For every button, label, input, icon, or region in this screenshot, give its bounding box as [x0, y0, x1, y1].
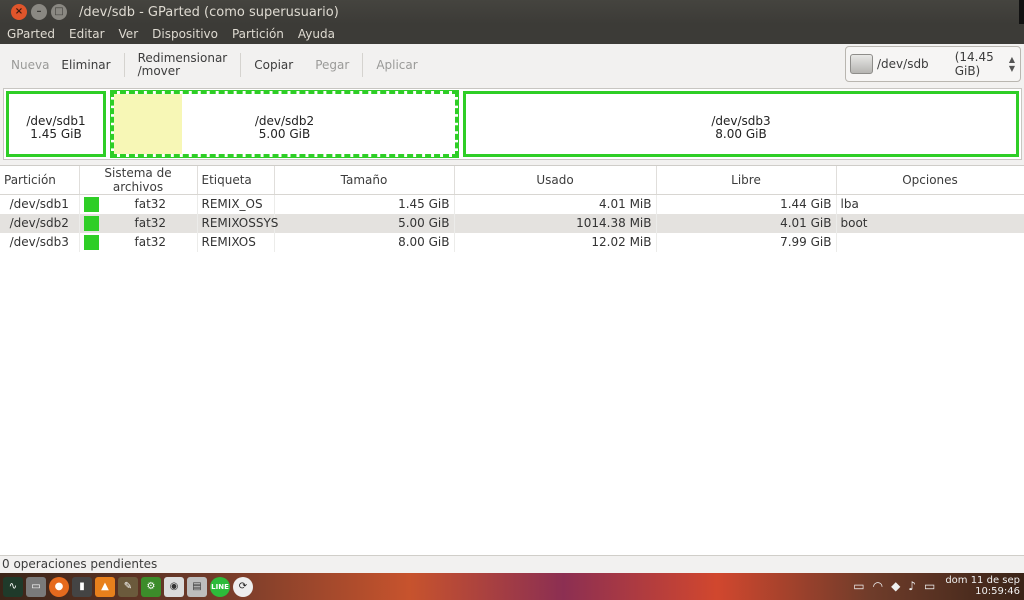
taskbar: ∿ ▭ ● ▮ ▲ ✎ ⚙ ◉ ▤ LINE ⟳ ▭ ◠ ◆ ♪ ▭ dom 1… [0, 573, 1024, 600]
diskmap-partition-sdb3[interactable]: /dev/sdb3 8.00 GiB [463, 91, 1019, 157]
cell-used: 1014.38 MiB [454, 213, 657, 233]
volume-icon[interactable]: ♪ [908, 579, 916, 593]
delete-button[interactable]: Eliminar [55, 58, 116, 72]
device-name: /dev/sdb [877, 57, 929, 71]
window-controls: × – □ [11, 4, 67, 20]
toolbar-separator [123, 53, 125, 77]
column-header[interactable]: Partición [0, 166, 80, 195]
cell-free: 4.01 GiB [656, 213, 837, 233]
column-header[interactable]: Usado [454, 166, 657, 195]
diskmap-partition-sdb2[interactable]: /dev/sdb2 5.00 GiB [110, 90, 459, 158]
cell-filesystem: fat32 [79, 213, 198, 233]
cell-free: 1.44 GiB [656, 194, 837, 214]
clock-date: dom 11 de sep [945, 575, 1020, 586]
input-method-icon[interactable]: ◆ [891, 579, 900, 593]
column-header[interactable]: Etiqueta [197, 166, 275, 195]
resize-move-button[interactable]: Redimensionar /mover [132, 52, 234, 78]
cell-used: 4.01 MiB [454, 194, 657, 214]
cell-size: 5.00 GiB [274, 213, 455, 233]
display-icon[interactable]: ▭ [853, 579, 864, 593]
cell-label: REMIXOS [197, 232, 275, 252]
cell-filesystem: fat32 [79, 232, 198, 252]
fs-color-swatch [83, 234, 99, 250]
diskmap-partition-sdb1[interactable]: /dev/sdb1 1.45 GiB [6, 91, 106, 157]
system-monitor-icon[interactable]: ∿ [3, 576, 23, 597]
column-header[interactable]: Opciones [836, 166, 1024, 195]
clock-time: 10:59:46 [975, 586, 1020, 597]
table-row[interactable]: /dev/sdb3 fat32 REMIXOS 8.00 GiB 12.02 M… [0, 232, 1024, 252]
cell-flags [836, 232, 1024, 252]
toolbar-separator [240, 53, 242, 77]
diskmap-partition-label: /dev/sdb2 5.00 GiB [254, 114, 315, 141]
minimize-icon[interactable]: – [31, 4, 47, 20]
terminal-icon[interactable]: ▮ [72, 576, 92, 597]
cell-flags: lba [836, 194, 1024, 214]
window-titlebar: × – □ /dev/sdb - GParted (como superusua… [0, 0, 1024, 24]
cell-filesystem: fat32 [79, 194, 198, 214]
copy-button[interactable]: Copiar [248, 58, 299, 72]
cell-label: REMIXOSSYS [197, 213, 278, 233]
settings-icon[interactable]: ⚙ [141, 576, 161, 597]
paste-button[interactable]: Pegar [309, 58, 355, 72]
screenshot-icon[interactable]: ◉ [164, 576, 184, 597]
diskmap-partition-label: /dev/sdb1 1.45 GiB [26, 114, 86, 141]
firefox-icon[interactable]: ● [49, 576, 69, 597]
gimp-icon[interactable]: ✎ [118, 576, 138, 597]
clock[interactable]: dom 11 de sep 10:59:46 [945, 575, 1020, 597]
column-header[interactable]: Tamaño [274, 166, 455, 195]
combo-arrows-icon: ▲ ▼ [1008, 55, 1015, 73]
status-bar: 0 operaciones pendientes [0, 555, 1024, 573]
menu-bar: GParted Editar Ver Dispositivo Partición… [0, 24, 1024, 44]
toolbar: Nueva Eliminar Redimensionar /mover Copi… [0, 44, 1024, 86]
menu-ayuda[interactable]: Ayuda [291, 27, 342, 41]
new-button[interactable]: Nueva [5, 58, 55, 72]
cell-used: 12.02 MiB [454, 232, 657, 252]
battery-icon[interactable]: ▭ [924, 579, 935, 593]
toolbar-separator [362, 53, 364, 77]
cell-flags: boot [836, 213, 1024, 233]
table-header: Partición Sistema de archivos Etiqueta T… [0, 166, 1024, 195]
disk-graph: /dev/sdb1 1.45 GiB /dev/sdb2 5.00 GiB /dev… [3, 88, 1022, 160]
harddisk-icon [850, 54, 873, 74]
line-app-icon[interactable]: LINE [210, 576, 230, 597]
menu-editar[interactable]: Editar [62, 27, 112, 41]
cell-partition: /dev/sdb1 [0, 194, 80, 214]
harddisk-app-icon[interactable]: ▭ [26, 576, 46, 597]
column-header[interactable]: Sistema de archivos [79, 166, 198, 195]
device-selector[interactable]: /dev/sdb (14.45 GiB) ▲ ▼ [845, 46, 1021, 82]
fs-color-swatch [83, 215, 99, 231]
vlc-icon[interactable]: ▲ [95, 576, 115, 597]
cell-partition: /dev/sdb2 [0, 213, 80, 233]
cell-partition: /dev/sdb3 [0, 232, 80, 252]
column-header[interactable]: Libre [656, 166, 837, 195]
table-row[interactable]: /dev/sdb2 fat32 REMIXOSSYS 5.00 GiB 1014… [0, 213, 1024, 233]
table-row[interactable]: /dev/sdb1 fat32 REMIX_OS 1.45 GiB 4.01 M… [0, 194, 1024, 214]
cell-size: 8.00 GiB [274, 232, 455, 252]
window-title: /dev/sdb - GParted (como superusuario) [79, 4, 339, 20]
menu-gparted[interactable]: GParted [0, 27, 62, 41]
diskmap-partition-label: /dev/sdb3 8.00 GiB [711, 114, 771, 141]
partition-table: Partición Sistema de archivos Etiqueta T… [0, 165, 1024, 555]
apply-button[interactable]: Aplicar [370, 58, 423, 72]
cell-free: 7.99 GiB [656, 232, 837, 252]
menu-dispositivo[interactable]: Dispositivo [145, 27, 225, 41]
cell-label: REMIX_OS [197, 194, 275, 214]
resize-label-1: Redimensionar [137, 51, 228, 65]
system-tray: ▭ ◠ ◆ ♪ ▭ dom 11 de sep 10:59:46 [849, 575, 1020, 597]
pending-operations: 0 operaciones pendientes [2, 557, 158, 571]
files-icon[interactable]: ▤ [187, 576, 207, 597]
fs-color-swatch [83, 196, 99, 212]
maximize-icon[interactable]: □ [51, 4, 67, 20]
cell-size: 1.45 GiB [274, 194, 455, 214]
updater-icon[interactable]: ⟳ [233, 576, 253, 597]
wifi-icon[interactable]: ◠ [873, 579, 883, 593]
resize-label-2: /mover [137, 64, 181, 78]
close-icon[interactable]: × [11, 4, 27, 20]
menu-particion[interactable]: Partición [225, 27, 291, 41]
menu-ver[interactable]: Ver [112, 27, 146, 41]
